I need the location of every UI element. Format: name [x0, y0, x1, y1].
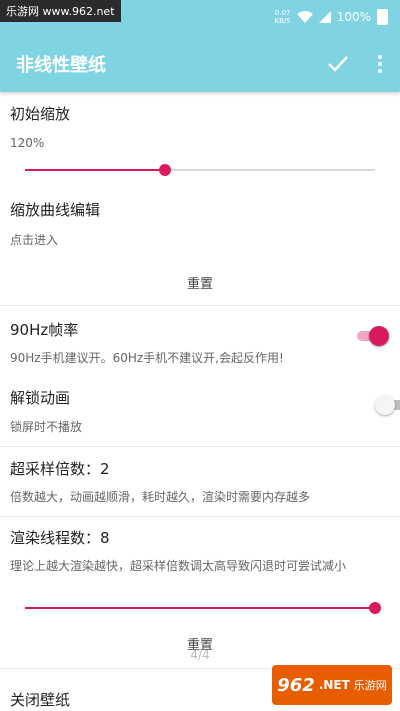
- initial-zoom-slider[interactable]: [25, 160, 375, 180]
- initial-zoom-value: 120%: [10, 136, 45, 150]
- status-bar: 乐游网 www.962.net 0.07 KB/S 100%: [0, 0, 400, 36]
- unlock-anim-subtitle: 锁屏时不播放: [10, 420, 83, 434]
- logo-suffix: .NET: [318, 678, 350, 692]
- page-indicator: 4/4: [190, 648, 210, 662]
- initial-zoom-title: 初始缩放: [10, 105, 71, 123]
- render-threads-subtitle: 理论上越大渲染越快，超采样倍数调太高导致闪退时可尝试减小: [10, 559, 347, 573]
- unlock-anim-title: 解锁动画: [10, 389, 71, 407]
- zoom-curve-title: 缩放曲线编辑: [10, 201, 101, 219]
- close-wallpaper-item[interactable]: 关闭壁纸: [10, 689, 70, 710]
- wifi-icon: [296, 11, 313, 23]
- fps90-subtitle: 90Hz手机建议开。60Hz手机不建议开,会起反作用!: [10, 351, 284, 365]
- battery-icon: [377, 9, 388, 25]
- check-icon[interactable]: [324, 50, 352, 78]
- app-bar: 非线性壁纸: [0, 36, 400, 92]
- zoom-curve-subtitle: 点击进入: [10, 233, 59, 247]
- slider-thumb[interactable]: [369, 602, 381, 614]
- logo-label: 乐游网: [353, 679, 387, 692]
- slider-thumb[interactable]: [159, 164, 171, 176]
- fps90-title: 90Hz帧率: [10, 321, 79, 339]
- slider-track-active: [25, 169, 165, 171]
- supersampling-subtitle: 倍数越大，动画越顺滑，耗时越久，渲染时需要内存越多: [10, 490, 311, 504]
- toggle-knob: [369, 326, 389, 346]
- network-speed: 0.07 KB/S: [274, 9, 291, 25]
- divider: [0, 516, 400, 517]
- toggle-knob: [375, 395, 395, 415]
- more-vert-icon[interactable]: [372, 50, 388, 78]
- divider: [0, 305, 400, 306]
- battery-percent: 100%: [336, 10, 371, 24]
- zoom-curve-reset-button[interactable]: 重置: [0, 273, 400, 292]
- signal-icon: [318, 11, 331, 23]
- unlock-anim-toggle[interactable]: [375, 395, 400, 415]
- logo-number: 962: [277, 674, 315, 696]
- fps90-toggle[interactable]: [357, 326, 389, 346]
- watermark: 乐游网 www.962.net: [0, 0, 121, 22]
- render-threads-slider[interactable]: [25, 598, 381, 618]
- slider-track-active: [25, 607, 375, 609]
- render-threads-title: 渲染线程数：8: [10, 529, 110, 547]
- page-title: 非线性壁纸: [16, 55, 106, 76]
- site-logo: 962 .NET 乐游网: [272, 665, 392, 705]
- supersampling-title: 超采样倍数：2: [10, 460, 110, 478]
- status-icons: 0.07 KB/S 100%: [274, 9, 388, 25]
- divider: [0, 446, 400, 447]
